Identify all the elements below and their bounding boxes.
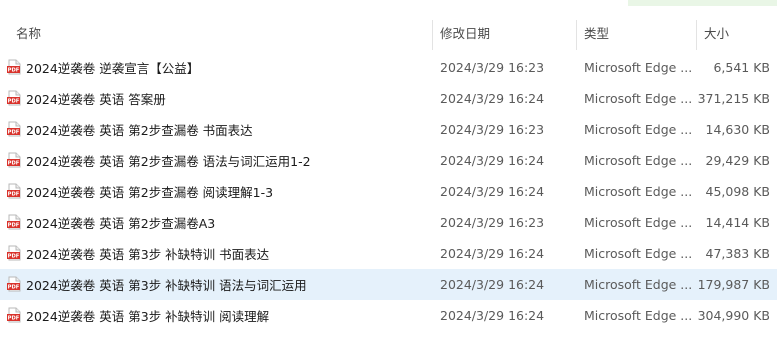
file-row[interactable]: PDF 2024逆袭卷 英语 第3步 补缺特训 语法与词汇运用 2024/3/2… [0,269,777,300]
file-type: Microsoft Edge ... [584,60,693,75]
file-name-cell: PDF 2024逆袭卷 英语 第3步 补缺特训 语法与词汇运用 [6,269,432,300]
file-modified-date: 2024/3/29 16:24 [440,277,545,292]
pdf-file-icon: PDF [6,59,22,75]
file-size: 14,414 KB [705,215,770,230]
top-highlight-strip [628,0,777,6]
file-modified-date: 2024/3/29 16:23 [440,122,545,137]
file-name: 2024逆袭卷 英语 第2步查漏卷 书面表达 [26,123,253,138]
file-type: Microsoft Edge ... [584,308,693,323]
file-type: Microsoft Edge ... [584,277,693,292]
column-header-bar: 名称 修改日期 类型 大小 [0,14,777,54]
file-name-cell: PDF 2024逆袭卷 英语 答案册 [6,83,432,114]
file-name: 2024逆袭卷 英语 第2步查漏卷A3 [26,216,216,231]
svg-text:PDF: PDF [8,192,20,198]
file-size: 29,429 KB [705,153,770,168]
file-name-cell: PDF 2024逆袭卷 英语 第2步查漏卷 书面表达 [6,114,432,145]
file-modified-date: 2024/3/29 16:24 [440,184,545,199]
file-modified-date: 2024/3/29 16:24 [440,91,545,106]
file-size: 45,098 KB [705,184,770,199]
svg-text:PDF: PDF [8,285,20,291]
file-name-cell: PDF 2024逆袭卷 英语 第3步 补缺特训 书面表达 [6,238,432,269]
file-name-cell: PDF 2024逆袭卷 英语 第2步查漏卷 阅读理解1-3 [6,176,432,207]
file-name: 2024逆袭卷 逆袭宣言【公益】 [26,61,200,76]
file-type: Microsoft Edge ... [584,153,693,168]
file-name: 2024逆袭卷 英语 第2步查漏卷 语法与词汇运用1-2 [26,154,311,169]
file-size: 47,383 KB [705,246,770,261]
svg-text:PDF: PDF [8,68,20,74]
file-name: 2024逆袭卷 英语 第2步查漏卷 阅读理解1-3 [26,185,274,200]
file-name: 2024逆袭卷 英语 第3步 补缺特训 阅读理解 [26,309,270,324]
file-name: 2024逆袭卷 英语 第3步 补缺特训 书面表达 [26,247,270,262]
file-size: 304,990 KB [697,308,770,323]
file-type: Microsoft Edge ... [584,184,693,199]
column-divider[interactable] [576,20,577,50]
file-name-cell: PDF 2024逆袭卷 逆袭宣言【公益】 [6,52,432,83]
svg-text:PDF: PDF [8,254,20,260]
file-name: 2024逆袭卷 英语 第3步 补缺特训 语法与词汇运用 [26,278,307,293]
file-size: 371,215 KB [697,91,770,106]
pdf-file-icon: PDF [6,214,22,230]
file-size: 14,630 KB [705,122,770,137]
file-name-cell: PDF 2024逆袭卷 英语 第2步查漏卷A3 [6,207,432,238]
file-name: 2024逆袭卷 英语 答案册 [26,92,166,107]
svg-text:PDF: PDF [8,99,20,105]
file-row[interactable]: PDF 2024逆袭卷 英语 第3步 补缺特训 阅读理解 2024/3/29 1… [0,300,777,331]
column-header-name[interactable]: 名称 [16,14,432,54]
file-type: Microsoft Edge ... [584,91,693,106]
svg-text:PDF: PDF [8,223,20,229]
file-size: 179,987 KB [697,277,770,292]
column-divider[interactable] [696,20,697,50]
svg-text:PDF: PDF [8,161,20,167]
svg-text:PDF: PDF [8,316,20,322]
column-header-date[interactable]: 修改日期 [440,14,576,54]
file-row[interactable]: PDF 2024逆袭卷 英语 第3步 补缺特训 书面表达 2024/3/29 1… [0,238,777,269]
file-modified-date: 2024/3/29 16:24 [440,308,545,323]
svg-text:PDF: PDF [8,130,20,136]
column-divider[interactable] [432,20,433,50]
file-row[interactable]: PDF 2024逆袭卷 英语 第2步查漏卷 语法与词汇运用1-2 2024/3/… [0,145,777,176]
column-header-type[interactable]: 类型 [584,14,696,54]
file-modified-date: 2024/3/29 16:23 [440,60,545,75]
file-list: PDF 2024逆袭卷 逆袭宣言【公益】 2024/3/29 16:23 Mic… [0,52,777,331]
file-name-cell: PDF 2024逆袭卷 英语 第3步 补缺特训 阅读理解 [6,300,432,331]
file-size: 6,541 KB [713,60,770,75]
pdf-file-icon: PDF [6,90,22,106]
file-row[interactable]: PDF 2024逆袭卷 英语 第2步查漏卷 书面表达 2024/3/29 16:… [0,114,777,145]
file-type: Microsoft Edge ... [584,246,693,261]
pdf-file-icon: PDF [6,183,22,199]
column-header-size[interactable]: 大小 [704,14,777,54]
file-name-cell: PDF 2024逆袭卷 英语 第2步查漏卷 语法与词汇运用1-2 [6,145,432,176]
pdf-file-icon: PDF [6,276,22,292]
file-modified-date: 2024/3/29 16:24 [440,153,545,168]
file-row[interactable]: PDF 2024逆袭卷 英语 第2步查漏卷 阅读理解1-3 2024/3/29 … [0,176,777,207]
pdf-file-icon: PDF [6,307,22,323]
file-type: Microsoft Edge ... [584,215,693,230]
file-row[interactable]: PDF 2024逆袭卷 逆袭宣言【公益】 2024/3/29 16:23 Mic… [0,52,777,83]
pdf-file-icon: PDF [6,245,22,261]
file-explorer-window: 名称 修改日期 类型 大小 PDF 2024逆袭卷 逆袭宣言【公益】 2024/… [0,0,777,361]
pdf-file-icon: PDF [6,152,22,168]
file-modified-date: 2024/3/29 16:23 [440,215,545,230]
file-row[interactable]: PDF 2024逆袭卷 英语 答案册 2024/3/29 16:24 Micro… [0,83,777,114]
file-type: Microsoft Edge ... [584,122,693,137]
file-row[interactable]: PDF 2024逆袭卷 英语 第2步查漏卷A3 2024/3/29 16:23 … [0,207,777,238]
pdf-file-icon: PDF [6,121,22,137]
file-modified-date: 2024/3/29 16:24 [440,246,545,261]
